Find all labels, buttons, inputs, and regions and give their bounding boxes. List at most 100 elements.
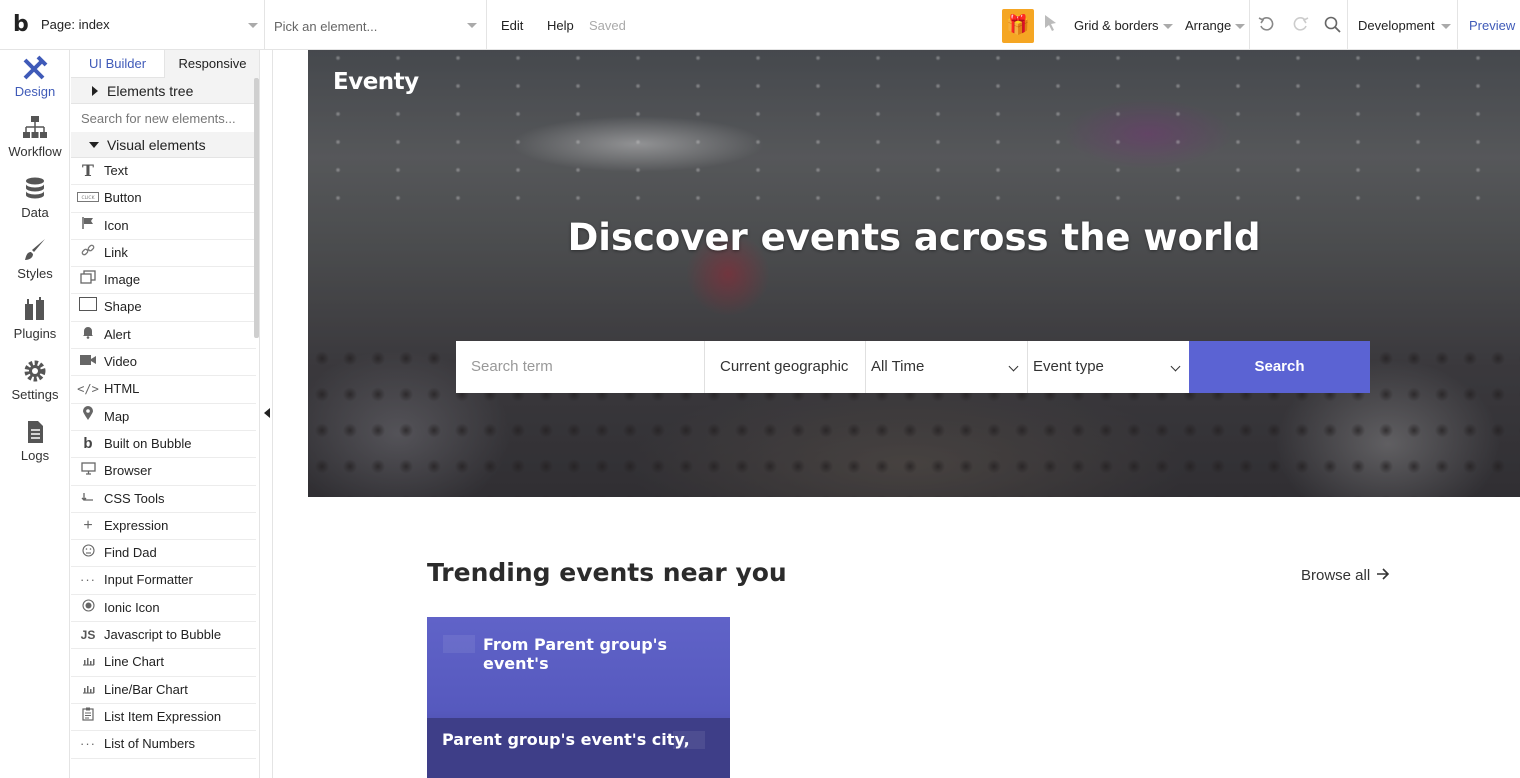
- time-dropdown[interactable]: All Time: [866, 341, 1028, 393]
- left-rail: Design Workflow Data Styles Plugins Sett…: [0, 50, 70, 778]
- element-item-ionic-icon[interactable]: Ionic Icon: [71, 595, 256, 623]
- trending-title[interactable]: Trending events near you: [427, 558, 787, 587]
- element-item-shape[interactable]: Shape: [71, 294, 256, 322]
- top-toolbar: b Page: index Pick an element... Edit He…: [0, 0, 1520, 50]
- redo-icon[interactable]: [1291, 15, 1309, 38]
- element-item-image[interactable]: Image: [71, 267, 256, 295]
- environment-select[interactable]: Development: [1358, 18, 1435, 33]
- bubble-logo[interactable]: b: [13, 12, 29, 37]
- element-item-button[interactable]: CLICK Button: [71, 185, 256, 213]
- rail-tab-settings[interactable]: Settings: [0, 357, 70, 417]
- location-input[interactable]: Current geographic: [705, 341, 866, 393]
- element-item-label: Alert: [104, 326, 131, 342]
- brand-logo[interactable]: Eventy: [333, 69, 419, 95]
- rail-tab-styles[interactable]: Styles: [0, 236, 70, 296]
- tab-ui-builder[interactable]: UI Builder: [71, 50, 164, 78]
- element-picker-chevron-down-icon[interactable]: [467, 23, 477, 28]
- element-item-browser[interactable]: Browser: [71, 458, 256, 486]
- element-item-link[interactable]: Link: [71, 240, 256, 268]
- visual-elements-toggle[interactable]: Visual elements: [71, 132, 256, 158]
- element-item-icon[interactable]: Icon: [71, 213, 256, 240]
- element-item-label: Ionic Icon: [104, 599, 160, 615]
- help-menu[interactable]: Help: [547, 18, 574, 33]
- element-item-label: Browser: [104, 463, 152, 479]
- map-pin-icon: [77, 404, 99, 430]
- element-item-expression[interactable]: + Expression: [71, 513, 256, 541]
- panel-gutter: [261, 50, 273, 778]
- design-icon: [0, 54, 70, 82]
- cursor-icon[interactable]: [1043, 14, 1059, 37]
- element-search-input[interactable]: Search for new elements...: [71, 105, 256, 134]
- element-item-find-dad[interactable]: Find Dad: [71, 540, 256, 568]
- page-canvas: Eventy Discover events across the world …: [274, 50, 1520, 778]
- rail-tab-plugins[interactable]: Plugins: [0, 296, 70, 356]
- browse-all-link[interactable]: Browse all: [1301, 567, 1390, 584]
- dots-icon: ···: [80, 736, 96, 752]
- page-select[interactable]: Page: index: [41, 17, 110, 32]
- element-item-html[interactable]: </> HTML: [71, 376, 256, 404]
- preview-link[interactable]: Preview: [1469, 18, 1515, 33]
- bar-chart-icon: [77, 677, 99, 703]
- divider: [1457, 0, 1458, 50]
- element-item-text[interactable]: T Text: [71, 158, 256, 186]
- text-icon: T: [82, 161, 94, 180]
- hero-overlay: [308, 50, 1520, 497]
- element-item-label: Line/Bar Chart: [104, 681, 188, 697]
- card-title[interactable]: From Parent group's event's: [483, 635, 730, 673]
- element-item-label: Input Formatter: [104, 572, 193, 588]
- undo-icon[interactable]: [1258, 15, 1276, 38]
- hero-section[interactable]: Eventy Discover events across the world …: [308, 50, 1520, 497]
- bubble-logo-icon: b: [83, 434, 93, 452]
- search-icon[interactable]: [1324, 16, 1342, 39]
- arrange-menu[interactable]: Arrange: [1185, 18, 1231, 33]
- environment-chevron-down-icon[interactable]: [1441, 24, 1451, 29]
- tab-responsive[interactable]: Responsive: [164, 50, 259, 78]
- search-term-input[interactable]: Search term: [456, 341, 705, 393]
- gift-icon[interactable]: 🎁: [1002, 9, 1034, 43]
- rail-tab-logs[interactable]: Logs: [0, 418, 70, 478]
- element-item-line-chart[interactable]: Line Chart: [71, 649, 256, 677]
- element-item-list-item-expression[interactable]: List Item Expression: [71, 704, 256, 732]
- js-icon: JS: [80, 628, 96, 643]
- search-button[interactable]: Search: [1189, 341, 1370, 393]
- css-tools-icon: [77, 486, 99, 512]
- dots-icon: ···: [80, 572, 96, 588]
- event-type-dropdown[interactable]: Event type: [1028, 341, 1189, 393]
- plus-icon: +: [83, 516, 93, 534]
- plug-icon: [0, 296, 70, 324]
- page-select-chevron-down-icon[interactable]: [248, 23, 258, 28]
- element-picker[interactable]: Pick an element...: [274, 19, 377, 34]
- divider: [1347, 0, 1348, 50]
- rail-tab-data[interactable]: Data: [0, 175, 70, 235]
- edit-menu[interactable]: Edit: [501, 18, 523, 33]
- element-item-line-bar-chart[interactable]: Line/Bar Chart: [71, 677, 256, 704]
- caret-right-icon: [92, 86, 98, 96]
- line-chart-icon: [77, 649, 99, 675]
- hero-headline[interactable]: Discover events across the world: [308, 216, 1520, 259]
- divider: [1249, 0, 1250, 50]
- arrow-right-icon: [1376, 567, 1390, 584]
- grid-borders-chevron-down-icon[interactable]: [1163, 24, 1173, 29]
- element-item-map[interactable]: Map: [71, 404, 256, 431]
- element-item-css-tools[interactable]: CSS Tools: [71, 486, 256, 513]
- clipboard-icon: [77, 704, 99, 730]
- element-item-built-on-bubble[interactable]: b Built on Bubble: [71, 431, 256, 459]
- rail-tab-workflow[interactable]: Workflow: [0, 114, 70, 174]
- elements-tree-toggle[interactable]: Elements tree: [71, 78, 256, 104]
- collapse-panel-icon[interactable]: [264, 408, 270, 418]
- grid-borders-menu[interactable]: Grid & borders: [1074, 18, 1159, 33]
- element-item-video[interactable]: Video: [71, 349, 256, 377]
- card-city[interactable]: Parent group's event's city,: [442, 730, 690, 749]
- element-item-label: Icon: [104, 217, 129, 233]
- time-dropdown-value: All Time: [871, 358, 925, 375]
- event-card[interactable]: From Parent group's event's Parent group…: [427, 617, 730, 778]
- element-item-input-formatter[interactable]: ··· Input Formatter: [71, 567, 256, 595]
- visual-elements-list: T Text CLICK Button Icon Link Image Shape Alert V…: [71, 158, 256, 759]
- element-item-alert[interactable]: Alert: [71, 322, 256, 350]
- element-item-label: Video: [104, 354, 138, 370]
- panel-scrollbar[interactable]: [254, 78, 259, 338]
- rail-tab-design[interactable]: Design: [0, 54, 70, 114]
- element-item-list-of-numbers[interactable]: ··· List of Numbers: [71, 731, 256, 759]
- arrange-chevron-down-icon[interactable]: [1235, 24, 1245, 29]
- element-item-javascript-to-bubble[interactable]: JS Javascript to Bubble: [71, 622, 256, 650]
